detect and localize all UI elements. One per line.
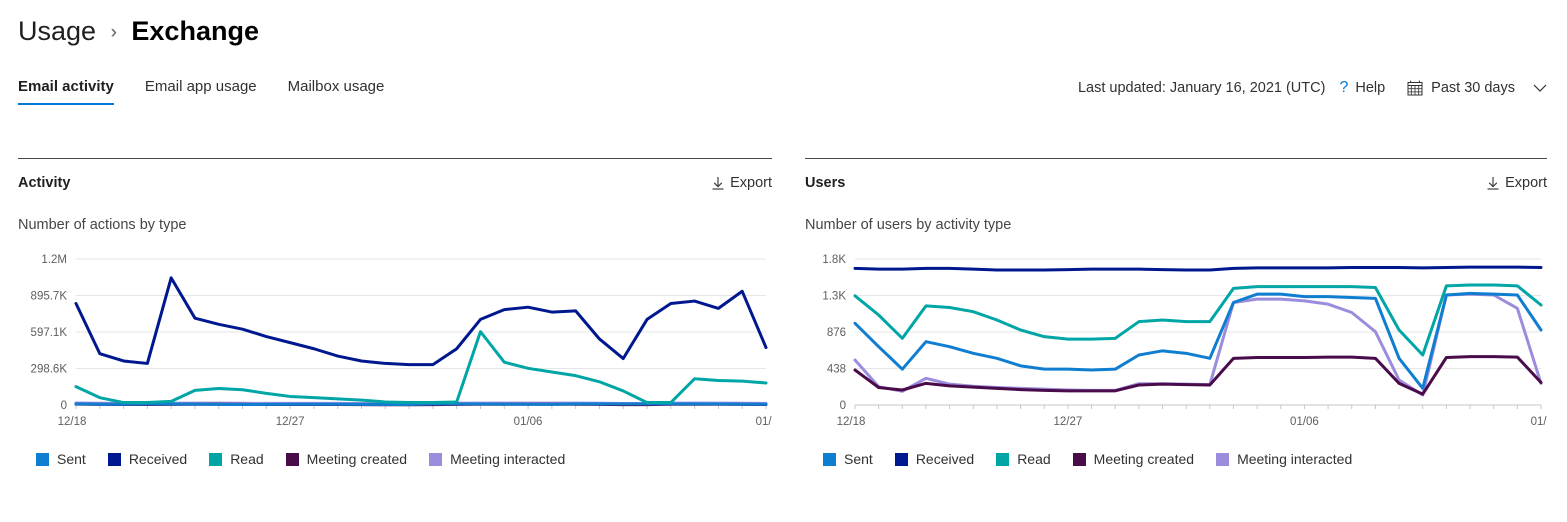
card-users: Users Export Number of users by activity… xyxy=(805,158,1547,467)
download-icon xyxy=(711,176,725,191)
legend-item-meeting_created[interactable]: Meeting created xyxy=(1072,451,1195,467)
card-users-subtitle: Number of users by activity type xyxy=(805,217,1012,233)
breadcrumb-link-usage[interactable]: Usage xyxy=(18,16,96,46)
legend-label-meeting_interacted: Meeting interacted xyxy=(1237,451,1353,467)
date-range-picker[interactable]: Past 30 days xyxy=(1407,80,1547,96)
chart-users-legend: Sent Received Read Meeting created Meeting i… xyxy=(805,451,1547,467)
series-line-received xyxy=(74,276,768,367)
legend-swatch-meeting_created xyxy=(1072,452,1086,466)
export-label: Export xyxy=(730,175,772,191)
card-activity-title: Activity xyxy=(18,175,71,191)
legend-swatch-sent xyxy=(823,452,836,466)
legend-label-received: Received xyxy=(915,451,975,467)
export-label: Export xyxy=(1505,175,1547,191)
question-mark-icon: ? xyxy=(1339,79,1349,96)
card-activity-header: Activity Export xyxy=(18,159,772,191)
card-users-title: Users xyxy=(805,175,846,191)
legend-swatch-received xyxy=(894,452,908,466)
x-axis-tick-label: 12/27 xyxy=(1054,416,1083,428)
chart-activity[interactable]: 0 298.6K 597.1K 895.7K 1.2M 12/18 12/27 01/06 01… xyxy=(18,249,772,439)
legend-swatch-received xyxy=(107,452,121,466)
header-controls: Last updated: January 16, 2021 (UTC) ? H… xyxy=(1078,80,1547,96)
x-axis-tick-label: 01/16 xyxy=(756,416,772,428)
export-button-activity[interactable]: Export xyxy=(711,175,772,191)
legend-swatch-meeting_created xyxy=(285,452,299,466)
tab-mailbox-usage[interactable]: Mailbox usage xyxy=(288,78,385,105)
x-axis-tick-label: 12/18 xyxy=(837,416,866,428)
x-axis-tick-label: 12/27 xyxy=(276,416,305,428)
series-line-received xyxy=(853,265,1543,272)
y-axis-tick-label: 1.2M xyxy=(41,254,67,266)
legend-label-sent: Sent xyxy=(844,451,873,467)
y-axis-tick-label: 895.7K xyxy=(31,290,68,302)
legend-label-received: Received xyxy=(128,451,188,467)
series-line-meeting-created xyxy=(853,355,1543,396)
breadcrumb: Usage › Exchange xyxy=(18,12,259,54)
legend-item-sent[interactable]: Sent xyxy=(36,451,86,467)
legend-item-sent[interactable]: Sent xyxy=(823,451,873,467)
legend-item-read[interactable]: Read xyxy=(209,451,264,467)
legend-label-meeting_interacted: Meeting interacted xyxy=(450,451,566,467)
legend-label-read: Read xyxy=(230,451,264,467)
legend-item-meeting_created[interactable]: Meeting created xyxy=(285,451,408,467)
last-updated-text: Last updated: January 16, 2021 (UTC) xyxy=(1077,80,1326,96)
legend-label-meeting_created: Meeting created xyxy=(1093,451,1195,467)
y-axis-tick-label: 876 xyxy=(827,327,846,339)
x-axis-tick-label: 01/06 xyxy=(1290,416,1319,428)
legend-item-read[interactable]: Read xyxy=(996,451,1051,467)
chart-users[interactable]: 0 438 876 1.3K 1.8K 12/18 12/27 01/06 01/16 xyxy=(805,249,1547,439)
legend-item-meeting_interacted[interactable]: Meeting interacted xyxy=(429,451,565,467)
y-axis-tick-label: 597.1K xyxy=(31,327,68,339)
legend-label-sent: Sent xyxy=(57,451,86,467)
legend-swatch-sent xyxy=(36,452,49,466)
date-range-label: Past 30 days xyxy=(1431,80,1515,96)
page-title: Exchange xyxy=(131,16,259,46)
legend-swatch-meeting_interacted xyxy=(429,452,443,466)
calendar-icon xyxy=(1407,80,1423,96)
card-activity-subtitle: Number of actions by type xyxy=(18,217,187,233)
download-icon xyxy=(1486,176,1500,191)
chart-activity-svg: 0 298.6K 597.1K 895.7K 1.2M 12/18 12/27 01/06 01… xyxy=(31,254,772,428)
export-button-users[interactable]: Export xyxy=(1486,175,1547,191)
chart-activity-legend: Sent Received Read Meeting created Meeting i… xyxy=(18,451,772,467)
y-axis-tick-label: 0 xyxy=(61,400,67,412)
chart-users-svg: 0 438 876 1.3K 1.8K 12/18 12/27 01/06 01/16 xyxy=(822,254,1547,428)
tab-email-app-usage[interactable]: Email app usage xyxy=(145,78,257,105)
y-axis-tick-label: 0 xyxy=(840,400,846,412)
legend-swatch-read xyxy=(209,452,223,466)
help-button[interactable]: ? Help xyxy=(1339,79,1386,97)
chevron-down-icon[interactable] xyxy=(1533,83,1547,93)
y-axis-tick-label: 1.3K xyxy=(822,291,846,303)
card-activity: Activity Export Number of actions by typ… xyxy=(18,158,772,467)
series-line-read xyxy=(74,330,768,405)
legend-item-received[interactable]: Received xyxy=(894,451,975,467)
x-axis-tick-label: 01/16 xyxy=(1531,416,1547,428)
y-axis-tick-label: 298.6K xyxy=(31,363,68,375)
x-axis-tick-label: 12/18 xyxy=(58,416,87,428)
y-axis-tick-label: 1.8K xyxy=(822,254,846,266)
legend-item-meeting_interacted[interactable]: Meeting interacted xyxy=(1216,451,1352,467)
legend-label-read: Read xyxy=(1017,451,1051,467)
tab-email-activity[interactable]: Email activity xyxy=(18,78,114,105)
card-users-header: Users Export xyxy=(805,159,1547,191)
legend-label-meeting_created: Meeting created xyxy=(306,451,408,467)
tab-bar: Email activity Email app usage Mailbox u… xyxy=(18,78,415,105)
x-axis-tick-label: 01/06 xyxy=(514,416,543,428)
legend-item-received[interactable]: Received xyxy=(107,451,188,467)
legend-swatch-meeting_interacted xyxy=(1216,452,1230,466)
y-axis-tick-label: 438 xyxy=(827,364,846,376)
help-label: Help xyxy=(1355,80,1386,96)
breadcrumb-separator-icon: › xyxy=(110,22,117,43)
legend-swatch-read xyxy=(996,452,1010,466)
